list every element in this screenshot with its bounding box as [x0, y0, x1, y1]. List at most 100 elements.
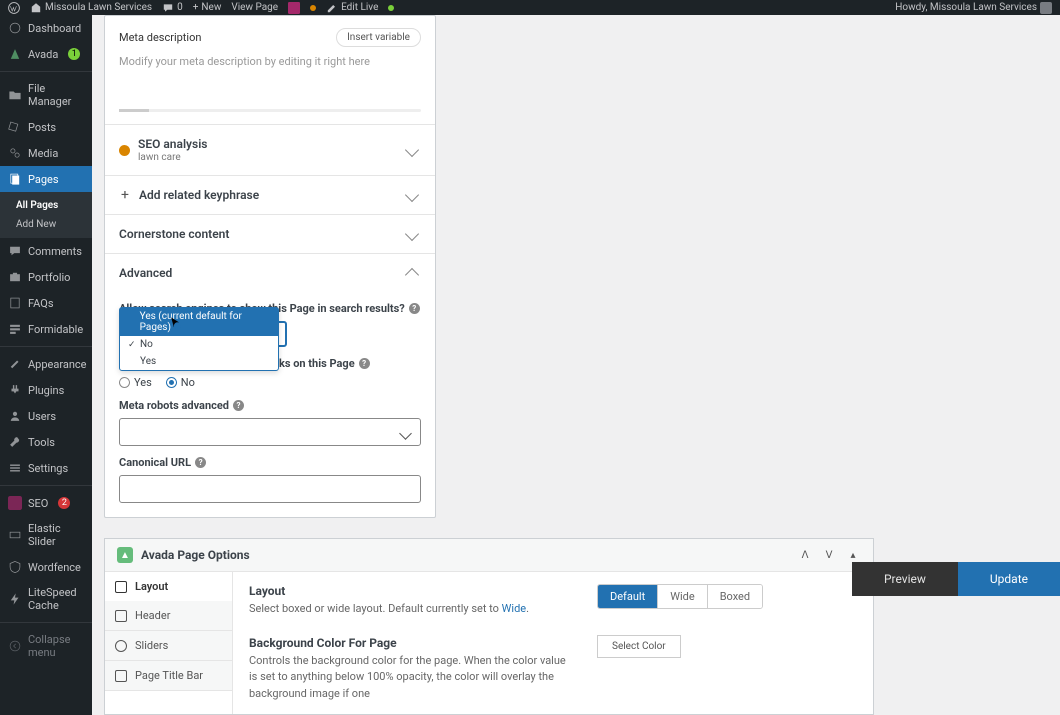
menu-label: Wordfence	[28, 561, 81, 574]
chevron-down-icon	[405, 227, 419, 241]
panel-up-button[interactable]: ᐱ	[797, 547, 813, 563]
panel-toggle-button[interactable]: ▴	[845, 547, 861, 563]
status-dot-green[interactable]	[388, 5, 394, 11]
advanced-accordion[interactable]: Advanced	[105, 254, 435, 292]
avatar-icon	[1040, 2, 1052, 14]
option-no[interactable]: ✓No	[120, 336, 278, 353]
chevron-down-icon	[405, 143, 419, 157]
menu-users[interactable]: Users	[0, 403, 92, 429]
menu-portfolio[interactable]: Portfolio	[0, 264, 92, 290]
menu-label: Appearance	[28, 358, 87, 371]
update-button[interactable]: Update	[958, 562, 1060, 596]
menu-faqs[interactable]: FAQs	[0, 290, 92, 316]
menu-label: Tools	[28, 436, 55, 449]
panel-down-button[interactable]: ᐯ	[821, 547, 837, 563]
menu-label: SEO	[28, 497, 48, 510]
wp-logo[interactable]	[8, 2, 20, 14]
seo-score-icon	[119, 145, 130, 156]
menu-label: Plugins	[28, 384, 64, 397]
submenu-pages: All Pages Add New	[0, 192, 92, 238]
menu-plugins[interactable]: Plugins	[0, 377, 92, 403]
nav-label: Header	[135, 609, 170, 622]
select-color-button[interactable]: Select Color	[597, 635, 681, 658]
menu-avada[interactable]: Avada1	[0, 41, 92, 67]
page-title-bar-icon	[115, 670, 127, 682]
new-label: New	[201, 2, 221, 13]
help-icon[interactable]: ?	[195, 457, 206, 468]
menu-litespeed[interactable]: LiteSpeed Cache	[0, 580, 92, 618]
insert-variable-button[interactable]: Insert variable	[336, 28, 421, 47]
menu-elastic-slider[interactable]: Elastic Slider	[0, 516, 92, 554]
submenu-all-pages[interactable]: All Pages	[0, 196, 92, 215]
menu-appearance[interactable]: Appearance	[0, 351, 92, 377]
new-link[interactable]: + New	[193, 2, 222, 13]
plus-icon: +	[119, 189, 131, 201]
preview-button[interactable]: Preview	[852, 562, 958, 596]
comments-link[interactable]: 0	[162, 2, 183, 14]
avada-nav-header[interactable]: Header	[105, 601, 232, 631]
seg-default[interactable]: Default	[598, 585, 657, 608]
layout-segment-group: Default Wide Boxed	[597, 584, 763, 609]
avada-options-box: ▲ Avada Page Options ᐱ ᐯ ▴ Layout Header…	[104, 538, 874, 715]
cornerstone-accordion[interactable]: Cornerstone content	[105, 215, 435, 253]
avada-badge: 1	[68, 48, 80, 60]
meta-description-label: Meta description	[119, 31, 201, 44]
menu-label: File Manager	[28, 82, 84, 108]
menu-tools[interactable]: Tools	[0, 429, 92, 455]
avada-logo-icon: ▲	[117, 547, 133, 563]
menu-wordfence[interactable]: Wordfence	[0, 554, 92, 580]
option-yes[interactable]: Yes	[120, 353, 278, 370]
menu-posts[interactable]: Posts	[0, 114, 92, 140]
site-name-link[interactable]: Missoula Lawn Services	[30, 2, 152, 14]
wide-link[interactable]: Wide	[502, 602, 526, 615]
menu-label: Dashboard	[28, 22, 81, 35]
add-keyphrase-accordion[interactable]: + Add related keyphrase	[105, 176, 435, 214]
menu-seo[interactable]: SEO2	[0, 490, 92, 516]
radio-yes[interactable]: Yes	[119, 376, 152, 389]
radio-no[interactable]: No	[166, 376, 195, 389]
menu-label: Comments	[28, 245, 82, 258]
radio-label: No	[181, 376, 195, 389]
menu-pages[interactable]: Pages	[0, 166, 92, 192]
edit-live-link[interactable]: Edit Live	[326, 2, 378, 14]
meta-description-input[interactable]	[119, 53, 421, 101]
bottom-action-bar: Preview Update	[852, 562, 1060, 596]
avada-nav: Layout Header Sliders Page Title Bar	[105, 572, 233, 714]
status-dot-orange[interactable]	[310, 5, 316, 11]
menu-collapse[interactable]: Collapse menu	[0, 627, 92, 665]
seg-boxed[interactable]: Boxed	[707, 585, 762, 608]
menu-media[interactable]: Media	[0, 140, 92, 166]
seg-wide[interactable]: Wide	[657, 585, 706, 608]
nav-label: Sliders	[135, 639, 168, 652]
menu-label: Pages	[28, 173, 59, 186]
menu-label: Formidable	[28, 323, 83, 336]
yoast-indicator[interactable]	[288, 2, 300, 14]
howdy-link[interactable]: Howdy, Missoula Lawn Services	[895, 2, 1052, 14]
option-yes-default[interactable]: Yes (current default for Pages)	[120, 308, 278, 336]
menu-settings[interactable]: Settings	[0, 455, 92, 481]
menu-dashboard[interactable]: Dashboard	[0, 15, 92, 41]
avada-nav-page-title-bar[interactable]: Page Title Bar	[105, 661, 232, 691]
admin-sidebar: Dashboard Avada1 File Manager Posts Medi…	[0, 15, 92, 715]
avada-nav-layout[interactable]: Layout	[105, 572, 232, 601]
allow-search-select[interactable]: Yes (current default for Pages) ✓No Yes	[119, 321, 287, 347]
canonical-url-label: Canonical URL	[119, 456, 191, 469]
menu-label: LiteSpeed Cache	[28, 586, 84, 612]
menu-label: Elastic Slider	[28, 522, 84, 548]
howdy-text: Howdy, Missoula Lawn Services	[895, 2, 1037, 13]
help-icon[interactable]: ?	[409, 303, 420, 314]
radio-label: Yes	[134, 376, 152, 389]
menu-formidable[interactable]: Formidable	[0, 316, 92, 342]
help-icon[interactable]: ?	[233, 400, 244, 411]
submenu-add-new[interactable]: Add New	[0, 215, 92, 234]
menu-comments[interactable]: Comments	[0, 238, 92, 264]
meta-robots-select[interactable]	[119, 418, 421, 446]
avada-nav-sliders[interactable]: Sliders	[105, 631, 232, 661]
help-icon[interactable]: ?	[359, 358, 370, 369]
chevron-up-icon	[405, 268, 419, 282]
seo-analysis-accordion[interactable]: SEO analysis lawn care	[105, 125, 435, 175]
view-page-link[interactable]: View Page	[231, 2, 278, 13]
menu-file-manager[interactable]: File Manager	[0, 76, 92, 114]
add-keyphrase-label: Add related keyphrase	[139, 188, 259, 202]
canonical-url-input[interactable]	[119, 475, 421, 503]
